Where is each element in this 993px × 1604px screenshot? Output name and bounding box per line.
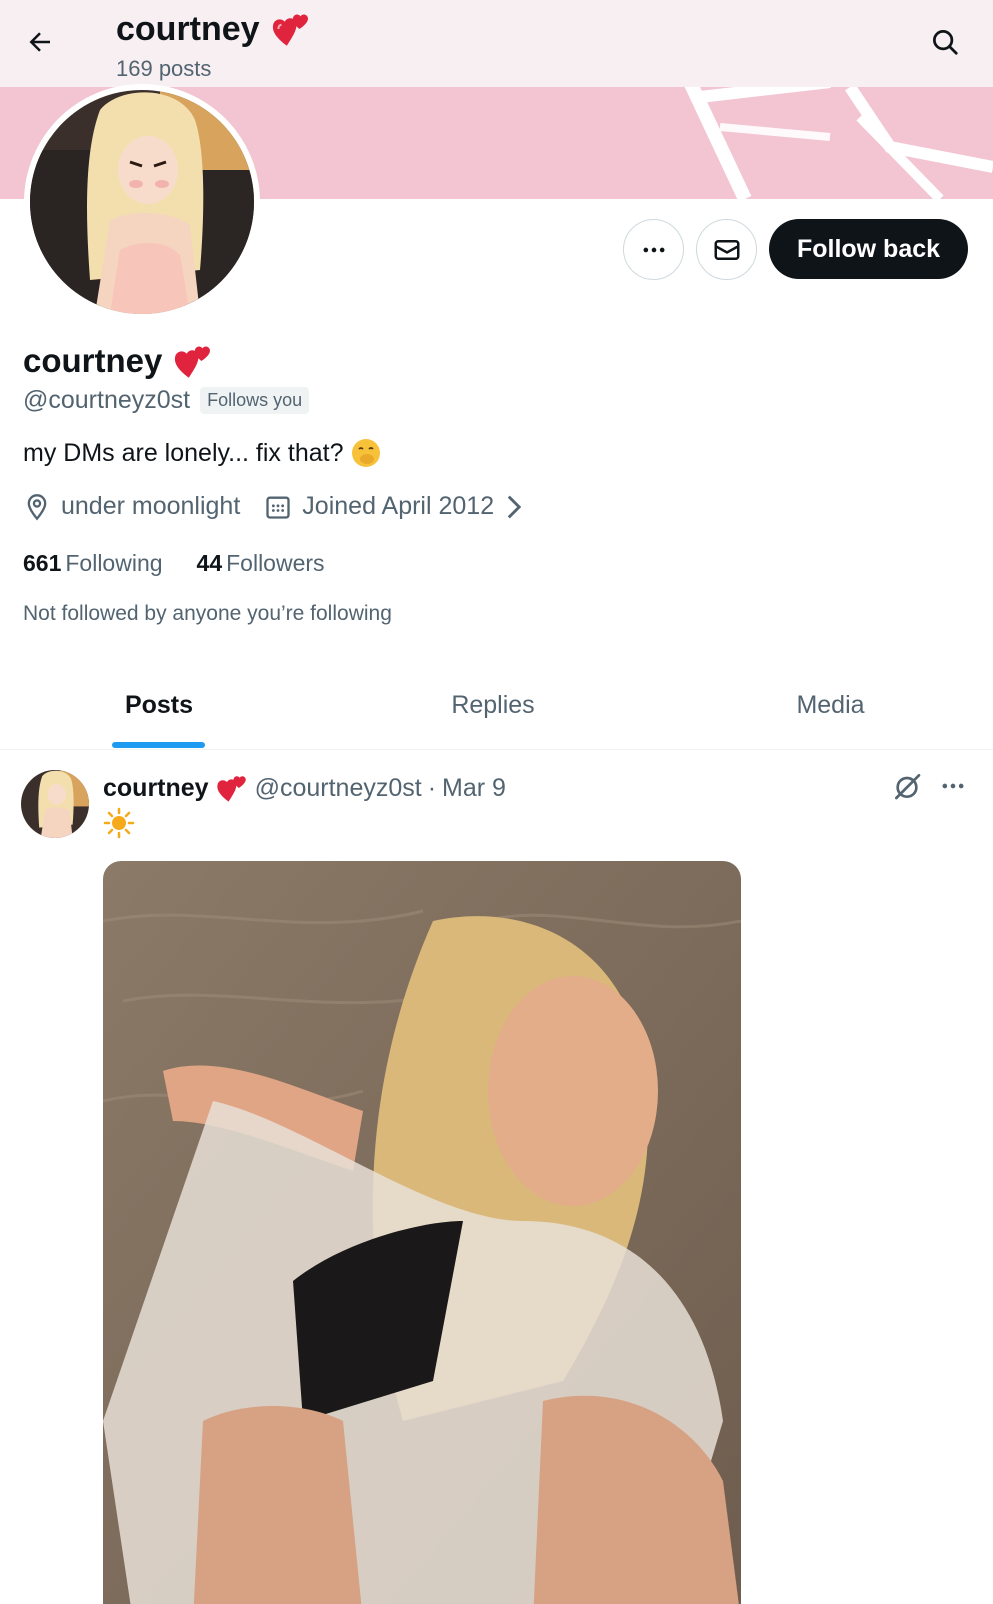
profile-name-row: courtney xyxy=(23,340,214,382)
post-text xyxy=(103,807,135,846)
post-author-name[interactable]: courtney xyxy=(103,774,209,803)
followers-label: Followers xyxy=(226,550,325,576)
location-pin-icon xyxy=(27,493,47,520)
following-link[interactable]: 661 Following xyxy=(23,550,163,577)
active-tab-indicator xyxy=(112,742,205,748)
post-date[interactable]: Mar 9 xyxy=(442,774,506,803)
envelope-icon xyxy=(714,239,739,260)
heart-emoji-icon xyxy=(175,346,211,378)
avatar-image xyxy=(30,90,254,314)
handle-row: @courtneyz0st Follows you xyxy=(23,386,310,415)
posts-count: 169 posts xyxy=(116,56,212,81)
more-options-button[interactable] xyxy=(623,219,684,280)
follow-stats: 661 Following 44 Followers xyxy=(23,550,325,577)
post-avatar[interactable] xyxy=(21,770,89,838)
tab-media[interactable]: Media xyxy=(668,660,993,750)
header-title: courtney xyxy=(116,9,260,48)
chevron-right-icon xyxy=(507,495,522,518)
post-separator: · xyxy=(427,773,437,802)
more-horizontal-icon xyxy=(643,247,664,252)
bio-text: my DMs are lonely... fix that? xyxy=(23,438,344,467)
heart-emoji-icon xyxy=(216,776,246,802)
post-author-handle[interactable]: @courtneyz0st xyxy=(255,774,422,803)
profile-tabs: Posts Replies Media xyxy=(0,660,993,750)
location-text: under moonlight xyxy=(61,492,241,520)
post-photo[interactable] xyxy=(103,861,741,1604)
post-item[interactable]: courtney @courtneyz0st · Mar 9 xyxy=(0,751,993,1604)
joined-text: Joined April 2012 xyxy=(302,492,495,520)
followers-link[interactable]: 44 Followers xyxy=(197,550,325,577)
message-button[interactable] xyxy=(696,219,757,280)
back-button[interactable] xyxy=(20,22,60,62)
mutual-followers-note: Not followed by anyone you’re following xyxy=(23,602,392,625)
profile-bio: my DMs are lonely... fix that? xyxy=(23,438,381,468)
joined-item[interactable]: Joined April 2012 xyxy=(264,492,524,521)
post-more-button[interactable] xyxy=(934,767,972,805)
face-with-hand-over-mouth-emoji-icon xyxy=(352,439,381,467)
profile-avatar[interactable] xyxy=(24,84,260,320)
header-title-row: courtney xyxy=(116,8,312,50)
follows-you-badge: Follows you xyxy=(200,387,310,414)
grok-icon xyxy=(895,774,921,800)
profile-name: courtney xyxy=(23,342,163,379)
post-header: courtney @courtneyz0st · Mar 9 xyxy=(103,771,506,805)
location-item: under moonlight xyxy=(23,492,240,521)
grok-button[interactable] xyxy=(888,767,926,805)
follow-back-button[interactable]: Follow back xyxy=(769,219,968,279)
tab-posts[interactable]: Posts xyxy=(0,660,318,750)
heart-emoji-icon xyxy=(272,14,308,46)
calendar-icon xyxy=(266,496,290,519)
profile-meta: under moonlight Joined April 2012 xyxy=(23,492,548,521)
arrow-left-icon xyxy=(29,32,50,52)
tab-replies[interactable]: Replies xyxy=(318,660,668,750)
search-button[interactable] xyxy=(925,22,965,62)
more-horizontal-icon xyxy=(942,783,964,789)
followers-count: 44 xyxy=(196,550,223,576)
top-bar: courtney 169 posts xyxy=(0,0,993,87)
following-count: 661 xyxy=(23,550,62,576)
search-icon xyxy=(933,30,958,55)
following-label: Following xyxy=(65,550,163,576)
sun-emoji-icon xyxy=(103,807,135,839)
profile-handle: @courtneyz0st xyxy=(23,386,191,414)
